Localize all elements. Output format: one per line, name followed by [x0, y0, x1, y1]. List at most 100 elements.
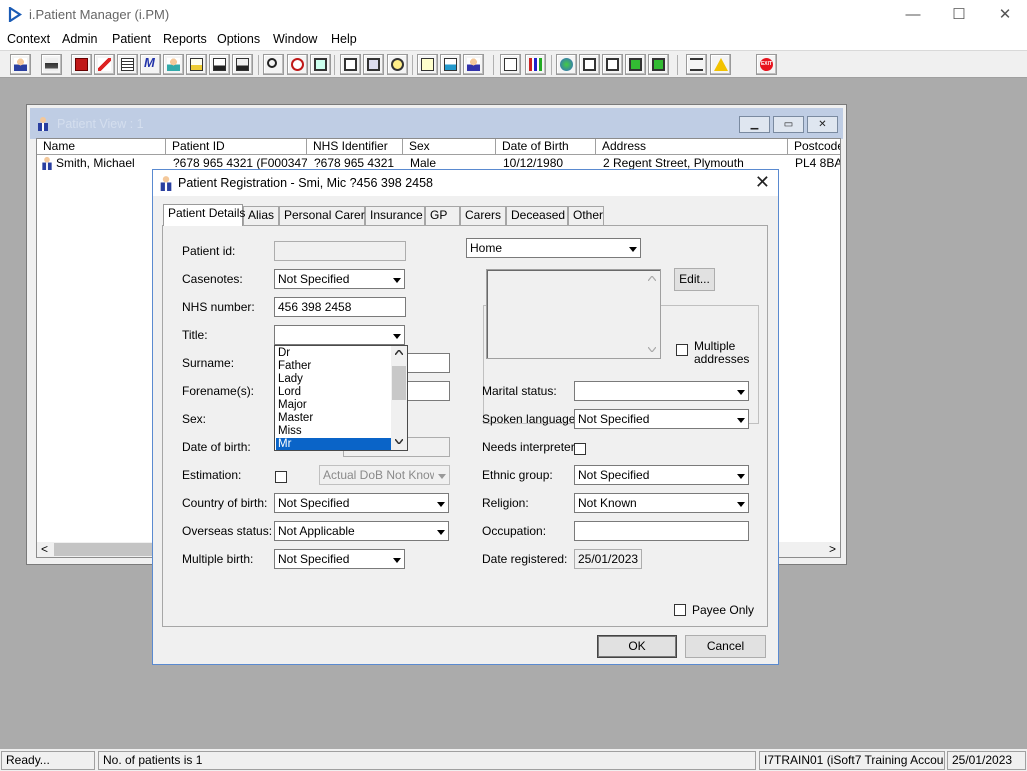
tab-gp[interactable]: GP — [425, 206, 460, 225]
tab-carers[interactable]: Carers — [460, 206, 506, 225]
ambulance-icon[interactable] — [209, 54, 230, 75]
title-option-lord[interactable]: Lord — [276, 386, 391, 399]
chevron-down-icon[interactable] — [433, 522, 448, 540]
estimation-checkbox[interactable] — [275, 471, 287, 483]
warning-icon[interactable] — [710, 54, 731, 75]
chevron-down-icon[interactable] — [389, 550, 404, 568]
title-option-father[interactable]: Father — [276, 360, 391, 373]
filter-screen-icon[interactable] — [602, 54, 623, 75]
casenotes-select[interactable]: Not Specified — [274, 269, 405, 289]
doctor-icon[interactable] — [163, 54, 184, 75]
child-restore-button[interactable]: ▭ — [773, 116, 804, 133]
scroll-right-button[interactable]: > — [829, 542, 836, 556]
minimize-button[interactable]: — — [890, 0, 936, 30]
title-option-miss[interactable]: Miss — [276, 425, 391, 438]
title-option-major[interactable]: Major — [276, 399, 391, 412]
title-option-dr[interactable]: Dr — [276, 347, 391, 360]
clock-icon[interactable] — [287, 54, 308, 75]
tab-insurance[interactable]: Insurance — [365, 206, 425, 225]
chevron-down-icon[interactable] — [395, 439, 403, 444]
arrow-down-screen-icon[interactable] — [625, 54, 646, 75]
address-type-select[interactable]: Home — [466, 238, 641, 258]
title-list-scrollbar[interactable] — [391, 346, 407, 450]
chevron-down-icon[interactable] — [733, 494, 748, 512]
check-screen-icon[interactable] — [579, 54, 600, 75]
country-of-birth-select[interactable]: Not Specified — [274, 493, 449, 513]
note-icon[interactable] — [186, 54, 207, 75]
column-header-sex[interactable]: Sex — [403, 139, 496, 155]
tab-other[interactable]: Other — [568, 206, 604, 225]
menu-patient[interactable]: Patient — [112, 32, 151, 46]
column-header-patient-id[interactable]: Patient ID — [166, 139, 307, 155]
refresh-screen-icon[interactable] — [648, 54, 669, 75]
tab-alias[interactable]: Alias — [243, 206, 279, 225]
globe-icon[interactable] — [556, 54, 577, 75]
occupation-field[interactable] — [574, 521, 749, 541]
chevron-down-icon[interactable] — [625, 239, 640, 257]
form-icon[interactable] — [117, 54, 138, 75]
title-option-lady[interactable]: Lady — [276, 373, 391, 386]
tab-patient-details[interactable]: Patient Details — [163, 204, 245, 226]
exit-icon[interactable]: EXIT — [756, 54, 777, 75]
chevron-down-icon[interactable] — [733, 382, 748, 400]
patient-icon[interactable] — [10, 54, 31, 75]
edit-address-button[interactable]: Edit... — [674, 268, 715, 291]
monitor-icon[interactable] — [310, 54, 331, 75]
column-header-address[interactable]: Address — [596, 139, 788, 155]
transfer-icon[interactable] — [686, 54, 707, 75]
child-minimize-button[interactable]: ▁ — [739, 116, 770, 133]
group-icon[interactable] — [463, 54, 484, 75]
nhs-number-field[interactable]: 456 398 2458 — [274, 297, 406, 317]
column-header-dob[interactable]: Date of Birth — [496, 139, 596, 155]
payee-only-checkbox[interactable] — [674, 604, 686, 616]
column-header-postcode[interactable]: Postcode — [788, 139, 840, 155]
menu-help[interactable]: Help — [331, 32, 357, 46]
book-icon[interactable] — [71, 54, 92, 75]
maximize-button[interactable]: ☐ — [936, 0, 982, 30]
van-icon[interactable] — [232, 54, 253, 75]
chevron-down-icon[interactable] — [389, 270, 404, 288]
multiple-addresses-checkbox[interactable] — [676, 344, 688, 356]
ok-button[interactable]: OK — [597, 635, 677, 658]
scroll-left-button[interactable]: < — [41, 542, 48, 556]
close-button[interactable]: ✕ — [982, 0, 1027, 30]
menu-options[interactable]: Options — [217, 32, 260, 46]
child-close-button[interactable]: ✕ — [807, 116, 838, 133]
overseas-status-select[interactable]: Not Applicable — [274, 521, 449, 541]
cancel-button[interactable]: Cancel — [685, 635, 766, 658]
tab-deceased[interactable]: Deceased — [506, 206, 568, 225]
multiple-birth-select[interactable]: Not Specified — [274, 549, 405, 569]
tab-personal-carers[interactable]: Personal Carers — [279, 206, 371, 225]
chevron-up-icon[interactable] — [395, 350, 403, 355]
column-header-name[interactable]: Name — [37, 139, 166, 155]
chevron-down-icon[interactable] — [733, 410, 748, 428]
compass-icon[interactable] — [387, 54, 408, 75]
document-icon[interactable] — [500, 54, 521, 75]
notepad-icon[interactable] — [417, 54, 438, 75]
chevron-down-icon[interactable] — [389, 326, 404, 344]
title-dropdown-list[interactable]: Dr Father Lady Lord Major Master Miss Mr — [274, 345, 408, 451]
title-list-scroll-thumb[interactable] — [392, 366, 406, 400]
column-header-nhs-identifier[interactable]: NHS Identifier — [307, 139, 403, 155]
search-icon[interactable] — [263, 54, 284, 75]
chart-icon[interactable] — [525, 54, 546, 75]
dialog-close-button[interactable]: ✕ — [755, 172, 770, 193]
title-option-mr[interactable]: Mr — [276, 438, 391, 450]
menu-admin[interactable]: Admin — [62, 32, 97, 46]
menu-reports[interactable]: Reports — [163, 32, 207, 46]
marital-status-select[interactable] — [574, 381, 749, 401]
chevron-down-icon[interactable] — [733, 466, 748, 484]
menu-window[interactable]: Window — [273, 32, 317, 46]
screen-icon[interactable] — [340, 54, 361, 75]
menu-context[interactable]: Context — [7, 32, 50, 46]
religion-select[interactable]: Not Known — [574, 493, 749, 513]
title-option-master[interactable]: Master — [276, 412, 391, 425]
screen-edit-icon[interactable] — [363, 54, 384, 75]
bed-icon[interactable] — [440, 54, 461, 75]
title-select[interactable] — [274, 325, 405, 345]
ethnic-group-select[interactable]: Not Specified — [574, 465, 749, 485]
m-icon[interactable]: M — [140, 54, 161, 75]
edit-icon[interactable] — [94, 54, 115, 75]
spoken-language-select[interactable]: Not Specified — [574, 409, 749, 429]
needs-interpreter-checkbox[interactable] — [574, 443, 586, 455]
